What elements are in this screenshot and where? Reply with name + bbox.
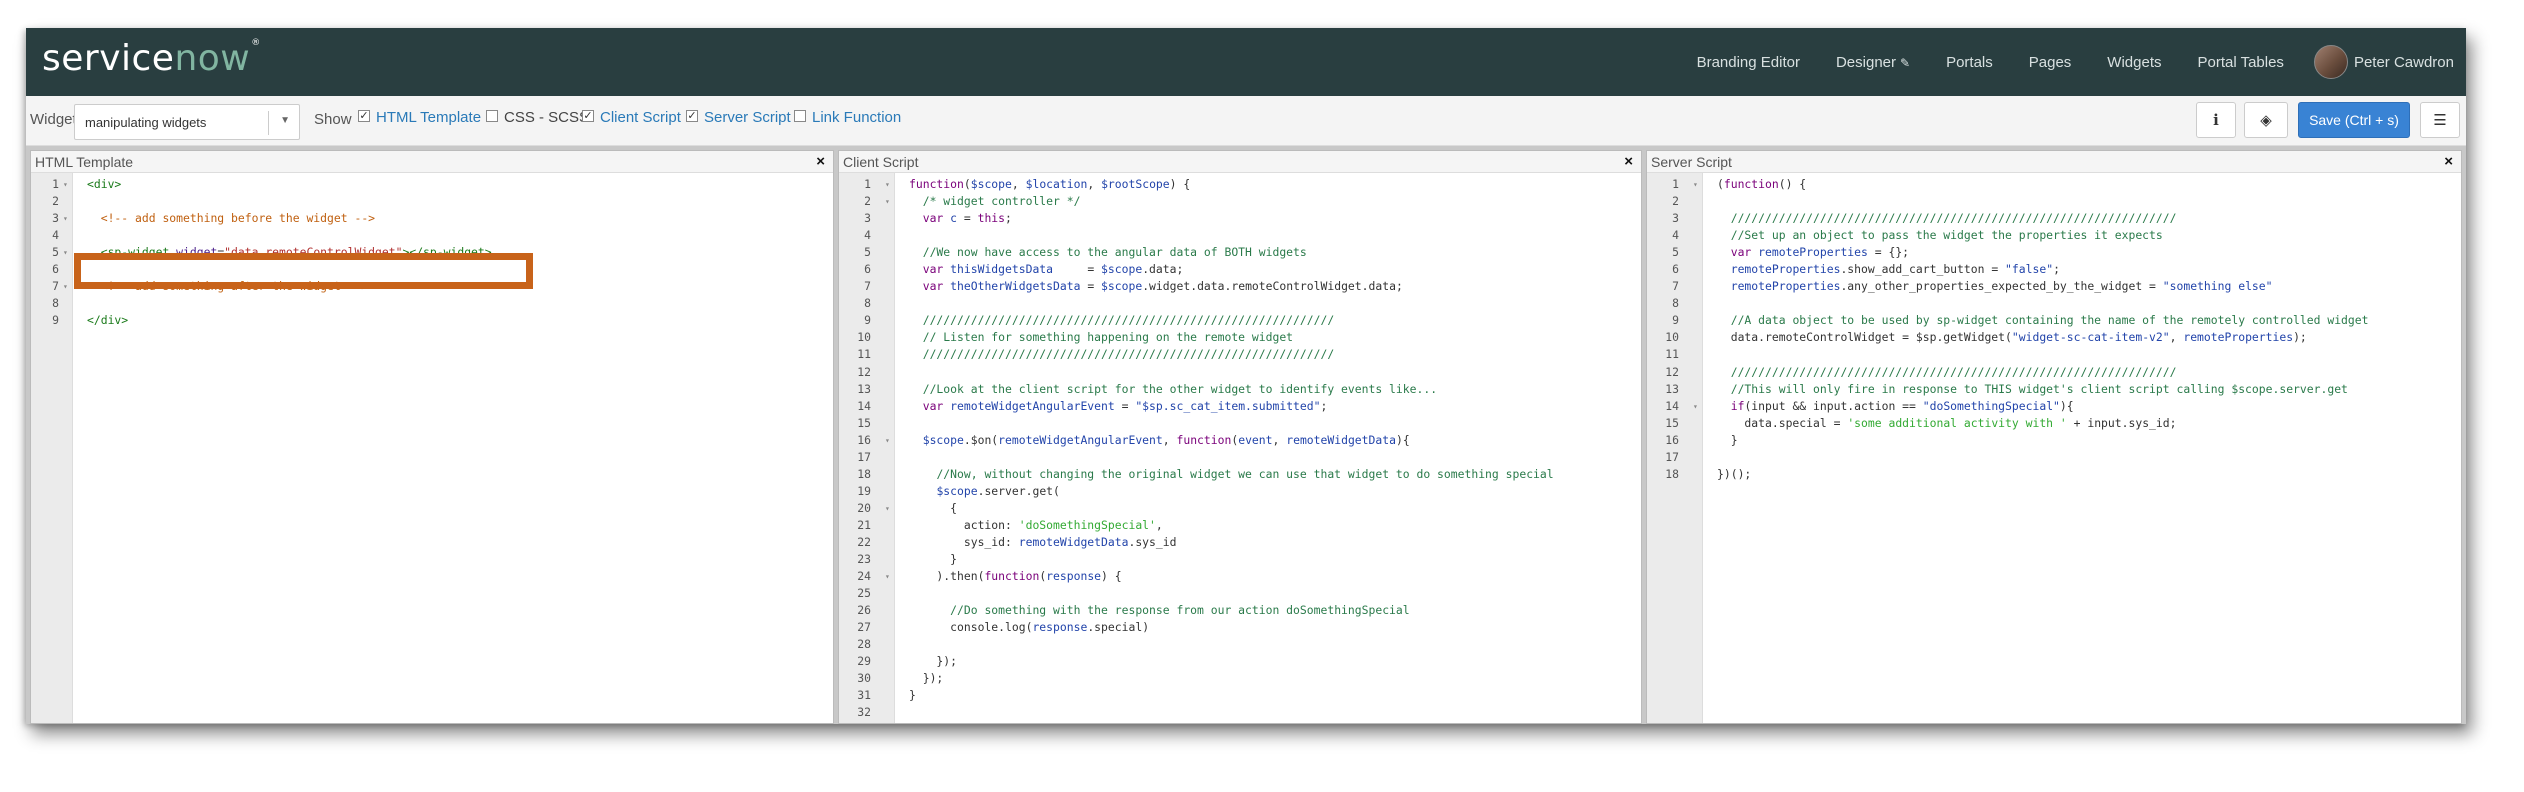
toggle-label: HTML Template xyxy=(376,109,482,126)
info-button[interactable]: i xyxy=(2196,102,2236,138)
close-icon[interactable]: × xyxy=(2444,151,2453,173)
nav-portal-tables[interactable]: Portal Tables xyxy=(2197,54,2283,71)
toggle-label: Server Script xyxy=(704,109,791,126)
pane-title: HTML Template xyxy=(35,154,134,170)
editor-panes: HTML Template × 1 ▾ <div> 2 3 ▾ <!-- add som… xyxy=(26,146,2466,724)
pane-title: Client Script xyxy=(843,154,919,170)
show-label: Show xyxy=(314,111,352,128)
pane-header: Client Script × xyxy=(839,151,1641,173)
chevron-down-icon: ▼ xyxy=(280,115,290,126)
checkbox-checked-icon: ✓ xyxy=(582,109,594,122)
toggle-server-script[interactable]: ✓ Server Script xyxy=(686,109,791,126)
info-icon: i xyxy=(2213,111,2219,129)
editor-toolbar: Widget manipulating widgets ▼ Show ✓ HTML… xyxy=(26,96,2466,146)
top-navbar: servicenow® Branding Editor Designer ✎ Po… xyxy=(26,28,2466,96)
toggle-label: Link Function xyxy=(812,109,902,126)
preview-toggle-button[interactable]: ◈ xyxy=(2244,102,2288,138)
server-code-editor[interactable]: 1 ▾ (function() { 2 3 ////////////////////… xyxy=(1647,176,2461,483)
toggle-label: Client Script xyxy=(600,109,681,126)
app-window: servicenow® Branding Editor Designer ✎ Po… xyxy=(26,28,2466,724)
avatar xyxy=(2313,45,2348,79)
hamburger-icon: ☰ xyxy=(2433,112,2447,129)
save-button[interactable]: Save (Ctrl + s) xyxy=(2298,102,2410,138)
servicenow-logo[interactable]: servicenow® xyxy=(42,38,261,79)
nav-widgets[interactable]: Widgets xyxy=(2107,54,2161,71)
menu-button[interactable]: ☰ xyxy=(2420,102,2460,138)
toggle-label: CSS - SCSS xyxy=(504,109,590,126)
server-script-pane: Server Script × 1 ▾ (function() { 2 3 /////… xyxy=(1646,150,2462,724)
close-icon[interactable]: × xyxy=(1624,151,1633,173)
widget-select[interactable]: manipulating widgets ▼ xyxy=(74,104,300,140)
nav-pages[interactable]: Pages xyxy=(2029,54,2072,71)
checkbox-checked-icon: ✓ xyxy=(358,109,370,122)
checkbox-checked-icon: ✓ xyxy=(686,109,698,122)
nav-portals[interactable]: Portals xyxy=(1946,54,1993,71)
nav-designer[interactable]: Designer ✎ xyxy=(1836,54,1910,71)
toggle-css-scss[interactable]: CSS - SCSS xyxy=(486,109,589,126)
html-code-editor[interactable]: 1 ▾ <div> 2 3 ▾ <!-- add something before t… xyxy=(31,176,833,329)
main-nav: Branding Editor Designer ✎ Portals Pages … xyxy=(1661,28,2454,96)
user-name: Peter Cawdron xyxy=(2353,53,2454,71)
toggle-client-script[interactable]: ✓ Client Script xyxy=(582,109,681,126)
widget-select-value: manipulating widgets xyxy=(85,115,207,130)
checkbox-empty-icon xyxy=(794,109,806,122)
eye-slash-icon: ◈ xyxy=(2260,112,2272,129)
widget-label: Widget xyxy=(30,111,77,128)
pencil-icon: ✎ xyxy=(1900,55,1911,70)
nav-branding-editor[interactable]: Branding Editor xyxy=(1697,54,1800,71)
html-template-pane: HTML Template × 1 ▾ <div> 2 3 ▾ <!-- add som… xyxy=(30,150,834,724)
client-script-pane: Client Script × 1 ▾ function($scope, $locat… xyxy=(838,150,1642,724)
checkbox-empty-icon xyxy=(486,109,498,122)
toggle-link-function[interactable]: Link Function xyxy=(794,109,901,126)
pane-title: Server Script xyxy=(1651,154,1732,170)
pane-header: Server Script × xyxy=(1647,151,2461,173)
close-icon[interactable]: × xyxy=(816,151,825,173)
client-code-editor[interactable]: 1 ▾ function($scope, $location, $rootScope… xyxy=(839,176,1641,722)
pane-header: HTML Template × xyxy=(31,151,833,173)
user-menu[interactable]: Peter Cawdron xyxy=(2313,45,2454,79)
select-divider xyxy=(268,111,269,135)
toggle-html-template[interactable]: ✓ HTML Template xyxy=(358,109,481,126)
